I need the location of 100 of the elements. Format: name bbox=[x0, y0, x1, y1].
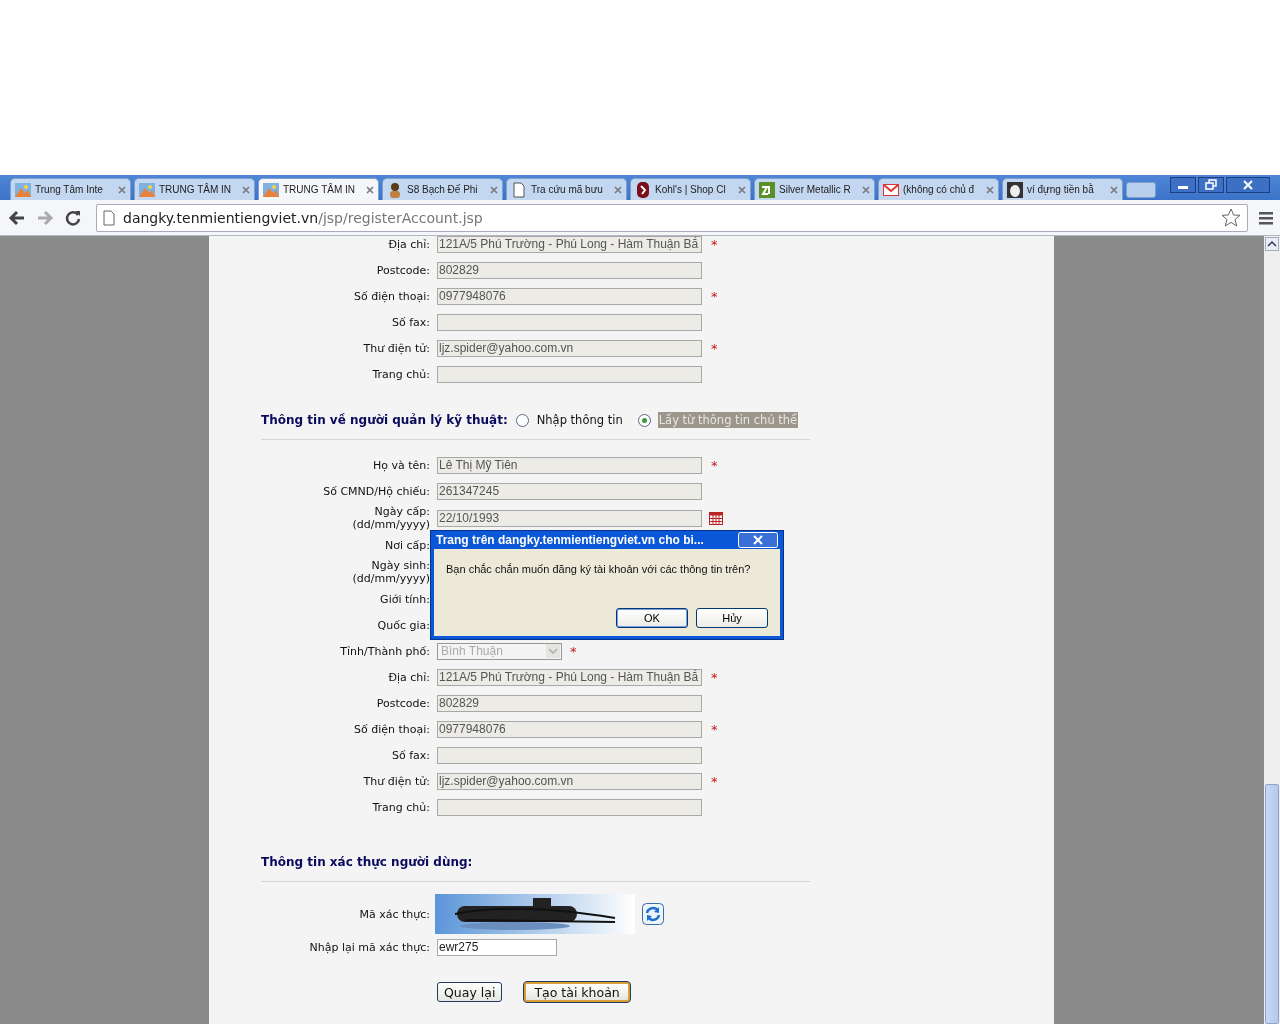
browser-tab[interactable]: (không có chủ đ bbox=[878, 178, 999, 200]
tab-title: ví đựng tiền bằ bbox=[1027, 184, 1095, 195]
browser-tab[interactable]: TRUNG TÂM IN bbox=[258, 178, 379, 200]
tab-title: TRUNG TÂM IN bbox=[283, 184, 357, 195]
person-icon bbox=[387, 181, 403, 198]
badge-icon bbox=[635, 181, 651, 198]
field-label: Số CMND/Hộ chiếu: bbox=[323, 484, 430, 498]
browser-tab[interactable]: Kohl's | Shop Cl bbox=[630, 178, 751, 200]
forward-icon[interactable] bbox=[36, 208, 54, 227]
image-icon bbox=[263, 181, 279, 198]
field-label: Ngày cấp: bbox=[374, 505, 430, 518]
dialog-message: Bạn chắc chắn muốn đăng ký tài khoản với các thông tin trên? bbox=[446, 563, 752, 575]
field-label: Số điện thoại: bbox=[354, 289, 430, 303]
tab-title: (không có chủ đ bbox=[903, 184, 976, 195]
new-tab-button[interactable] bbox=[1126, 182, 1156, 198]
tab-title: S8 Bạch Đế Phi bbox=[407, 184, 479, 195]
menu-icon[interactable] bbox=[1258, 209, 1274, 226]
input-field[interactable]: 802829 bbox=[437, 261, 702, 279]
mask-icon bbox=[1007, 181, 1023, 198]
dialog-button[interactable]: Hủy bbox=[696, 608, 768, 628]
browser-tab[interactable]: S8 Bạch Đế Phi bbox=[382, 178, 503, 200]
input-field[interactable] bbox=[437, 798, 702, 816]
restore-icon[interactable] bbox=[1198, 177, 1224, 193]
required-mark: * bbox=[711, 288, 718, 304]
input-field[interactable]: ljz.spider@yahoo.com.vn bbox=[437, 772, 702, 790]
browser-tab[interactable]: Silver Metallic R bbox=[754, 178, 875, 200]
required-mark: * bbox=[711, 457, 718, 473]
field-label: Trang chủ: bbox=[372, 367, 430, 381]
radio-button[interactable] bbox=[637, 413, 651, 427]
section-heading: Thông tin về người quản lý kỹ thuật: bbox=[261, 413, 508, 427]
field-label: Ngày sinh: bbox=[371, 559, 430, 572]
captcha-input[interactable]: ewr275 bbox=[437, 938, 557, 956]
field-label: Postcode: bbox=[376, 263, 430, 277]
tab-title: TRUNG TÂM IN bbox=[159, 184, 233, 195]
date-field[interactable]: 22/10/1993 bbox=[437, 509, 702, 527]
field-hint: (dd/mm/yyyy) bbox=[352, 518, 430, 531]
required-mark: * bbox=[711, 669, 718, 685]
radio-button[interactable] bbox=[515, 413, 529, 427]
field-label: Số điện thoại: bbox=[354, 722, 430, 736]
refresh-icon[interactable] bbox=[642, 903, 664, 925]
input-field[interactable] bbox=[437, 313, 702, 331]
close-icon[interactable] bbox=[1226, 177, 1270, 193]
address-bar[interactable]: dangky.tenmientiengviet.vn/jsp/registerAccount.jsp bbox=[96, 203, 1248, 232]
dialog-button[interactable]: OK bbox=[616, 608, 688, 628]
mail-icon bbox=[883, 181, 899, 198]
scroll-up-icon[interactable] bbox=[1265, 237, 1279, 251]
page-icon bbox=[103, 209, 115, 226]
field-label: Mã xác thực: bbox=[359, 907, 430, 921]
field-label: Thư điện tử: bbox=[363, 774, 430, 788]
tab-title: Trung Tâm Inte bbox=[35, 184, 104, 195]
radio-label: Lấy từ thông tin chủ thể bbox=[657, 412, 799, 428]
input-field[interactable]: 261347245 bbox=[437, 482, 702, 500]
page-icon bbox=[511, 181, 527, 198]
star-icon[interactable] bbox=[1221, 207, 1241, 228]
field-label: Số fax: bbox=[391, 315, 430, 329]
image-icon bbox=[139, 181, 155, 198]
form-button[interactable]: Tạo tài khoản bbox=[524, 982, 630, 1002]
input-field[interactable] bbox=[437, 365, 702, 383]
caret-icon bbox=[546, 644, 560, 658]
required-mark: * bbox=[711, 340, 718, 356]
field-label: Nhập lại mã xác thực: bbox=[309, 940, 430, 954]
tab-title: Silver Metallic R bbox=[779, 184, 852, 195]
browser-tab[interactable]: TRUNG TÂM IN bbox=[134, 178, 255, 200]
dialog-title: Trang trên dangky.tenmientiengviet.vn cho bi... bbox=[436, 533, 704, 547]
input-field[interactable]: 0977948076 bbox=[437, 287, 702, 305]
minimize-icon[interactable] bbox=[1170, 177, 1196, 193]
required-mark: * bbox=[711, 773, 718, 789]
field-label: Địa chỉ: bbox=[388, 670, 430, 684]
section-heading: Thông tin xác thực người dùng: bbox=[261, 855, 473, 869]
input-field[interactable]: Lê Thị Mỹ Tiên bbox=[437, 456, 702, 474]
reload-icon[interactable] bbox=[64, 208, 82, 227]
field-label: Họ và tên: bbox=[373, 458, 430, 472]
browser-tab[interactable]: ví đựng tiền bằ bbox=[1002, 178, 1123, 200]
input-field[interactable]: 802829 bbox=[437, 694, 702, 712]
input-field[interactable]: 0977948076 bbox=[437, 720, 702, 738]
input-field[interactable]: 121A/5 Phú Trường - Phú Long - Hàm Thuận Bắ bbox=[437, 668, 702, 686]
tab-title: Tra cứu mã bưu bbox=[531, 184, 604, 195]
field-label: Postcode: bbox=[376, 696, 430, 710]
field-label: Nơi cấp: bbox=[385, 538, 430, 552]
browser-tab[interactable]: Tra cứu mã bưu bbox=[506, 178, 627, 200]
form-button[interactable]: Quay lại bbox=[437, 982, 503, 1002]
scroll-thumb[interactable] bbox=[1265, 784, 1279, 1024]
radio-label: Nhập thông tin bbox=[535, 412, 624, 428]
browser-tab[interactable]: Trung Tâm Inte bbox=[10, 178, 131, 200]
calendar-icon[interactable] bbox=[709, 511, 723, 525]
field-label: Quốc gia: bbox=[377, 618, 430, 632]
input-field[interactable]: ljz.spider@yahoo.com.vn bbox=[437, 339, 702, 357]
field-label: Trang chủ: bbox=[372, 800, 430, 814]
required-mark: * bbox=[711, 721, 718, 737]
input-field[interactable] bbox=[437, 746, 702, 764]
field-label: Giới tính: bbox=[380, 592, 430, 606]
scrollbar[interactable] bbox=[1264, 236, 1280, 1024]
field-hint: (dd/mm/yyyy) bbox=[352, 572, 430, 585]
square-icon bbox=[759, 181, 775, 198]
required-mark: * bbox=[570, 643, 577, 659]
field-label: Số fax: bbox=[391, 748, 430, 762]
back-icon[interactable] bbox=[8, 208, 26, 227]
image-icon bbox=[15, 181, 31, 198]
field-label: Tỉnh/Thành phố: bbox=[340, 644, 430, 658]
input-field[interactable]: 121A/5 Phú Trường - Phú Long - Hàm Thuận Bắ bbox=[437, 236, 702, 253]
